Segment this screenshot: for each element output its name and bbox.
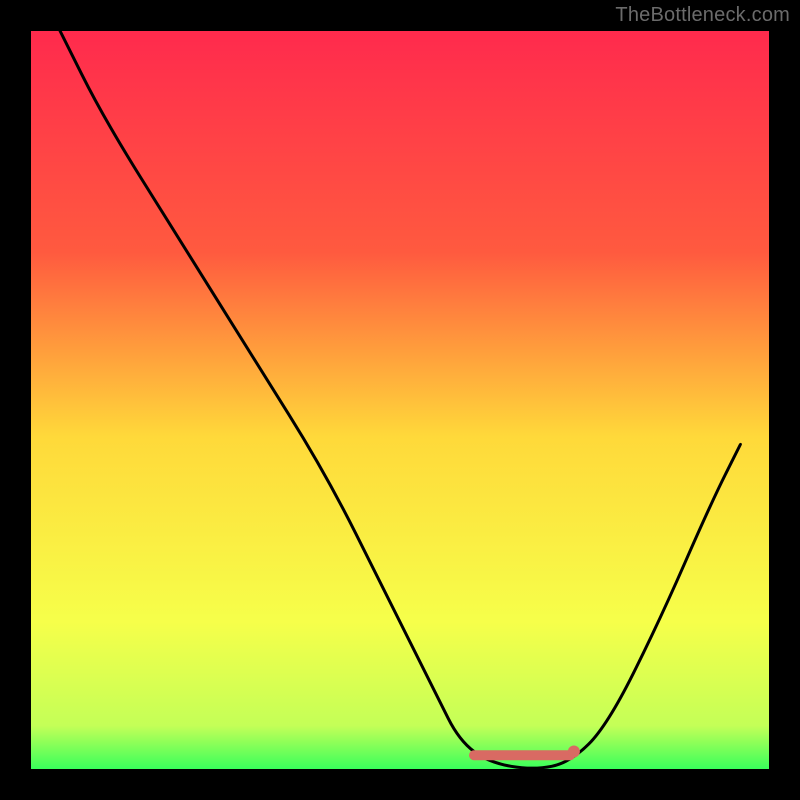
plot-background [30, 30, 770, 770]
minimum-end-dot [568, 746, 580, 758]
plot-svg [0, 0, 800, 800]
bottleneck-plot [0, 0, 800, 800]
attribution-label: TheBottleneck.com [615, 4, 790, 27]
